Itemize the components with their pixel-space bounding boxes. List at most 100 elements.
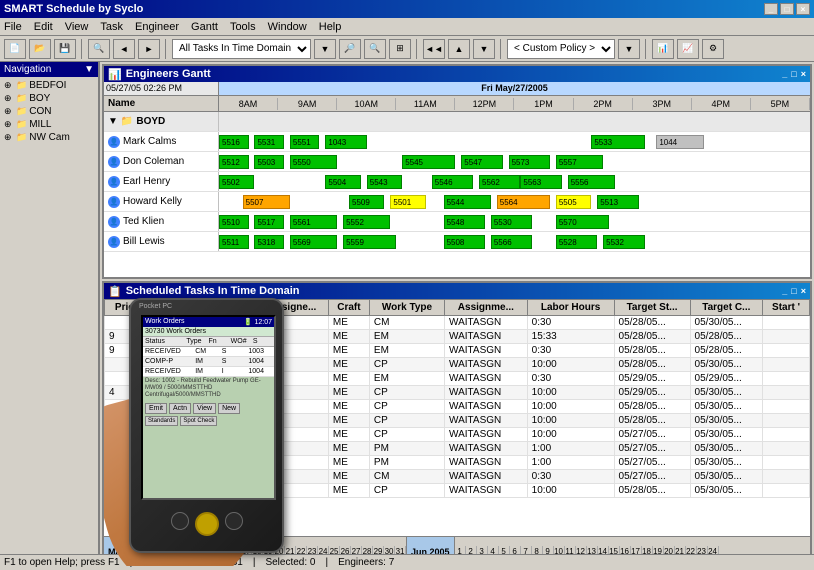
bar-5551[interactable]: 5551 (290, 135, 320, 149)
bar-5501[interactable]: 5501 (390, 195, 425, 209)
zoom-out-button[interactable]: 🔍 (364, 39, 386, 59)
forward-button[interactable]: ► (138, 39, 160, 59)
bar-5318[interactable]: 5318 (254, 235, 284, 249)
pda-spotcheck-btn[interactable]: Spot Check (180, 416, 217, 426)
tree-item-nwcam[interactable]: ⊕ 📁 NW Cam (2, 131, 96, 144)
menu-window[interactable]: Window (268, 21, 307, 33)
bar-5569[interactable]: 5569 (290, 235, 337, 249)
next-button[interactable]: ▲ (448, 39, 470, 59)
bar-5562[interactable]: 5562 (479, 175, 520, 189)
bar-5564[interactable]: 5564 (497, 195, 550, 209)
bar-5530[interactable]: 5530 (491, 215, 532, 229)
prev-button[interactable]: ◄◄ (423, 39, 445, 59)
gantt-maximize-btn[interactable]: □ (791, 69, 796, 79)
tree-item-bedford[interactable]: ⊕ 📁 BEDFOI (2, 79, 96, 92)
pda-new-btn[interactable]: New (218, 403, 240, 414)
play-button[interactable]: ▼ (473, 39, 495, 59)
pda-emit-btn[interactable]: Emit (145, 403, 167, 414)
bar-5504[interactable]: 5504 (325, 175, 360, 189)
policy-go-button[interactable]: ▼ (618, 39, 640, 59)
open-button[interactable]: 📂 (29, 39, 51, 59)
bar-5543[interactable]: 5543 (367, 175, 402, 189)
bar-5573[interactable]: 5573 (509, 155, 550, 169)
pda-btn-center[interactable] (195, 512, 219, 536)
gantt-minimize-btn[interactable]: _ (782, 69, 787, 79)
bar-5548[interactable]: 5548 (444, 215, 485, 229)
bar-5552[interactable]: 5552 (343, 215, 390, 229)
menu-engineer[interactable]: Engineer (135, 21, 179, 33)
bar-1044[interactable]: 1044 (656, 135, 703, 149)
close-button[interactable]: × (796, 3, 810, 15)
settings-button[interactable]: ⚙ (702, 39, 724, 59)
bar-5505[interactable]: 5505 (556, 195, 591, 209)
zoom-in-button[interactable]: 🔎 (339, 39, 361, 59)
maximize-button[interactable]: □ (780, 3, 794, 15)
pda-btn-2[interactable] (225, 512, 243, 530)
menu-view[interactable]: View (65, 21, 89, 33)
bar-5556[interactable]: 5556 (568, 175, 615, 189)
bar-5516[interactable]: 5516 (219, 135, 249, 149)
bar-1043[interactable]: 1043 (325, 135, 366, 149)
tasks-close-btn[interactable]: × (801, 286, 806, 296)
menu-gantt[interactable]: Gantt (191, 21, 218, 33)
bar-5533[interactable]: 5533 (591, 135, 644, 149)
pda-btn-1[interactable] (171, 512, 189, 530)
bar-5559[interactable]: 5559 (343, 235, 396, 249)
save-button[interactable]: 💾 (54, 39, 76, 59)
gantt-title-bar: 📊 Engineers Gantt _ □ × (104, 66, 810, 82)
bar-5545[interactable]: 5545 (402, 155, 455, 169)
gantt-name-header: Name (104, 96, 219, 111)
separator-4 (500, 39, 502, 59)
menu-edit[interactable]: Edit (34, 21, 53, 33)
pda-device: Pocket PC Work Orders 🔋 12:07 30730 Work… (129, 298, 284, 553)
pda-r2-fn: S (222, 358, 246, 365)
pda-actn-btn[interactable]: Actn (169, 403, 191, 414)
expand-icon-3: ⊕ (4, 106, 14, 117)
bar-5547[interactable]: 5547 (461, 155, 502, 169)
tasks-minimize-btn[interactable]: _ (782, 286, 787, 296)
schedule-button[interactable]: 📊 (652, 39, 674, 59)
gantt-close-btn[interactable]: × (801, 69, 806, 79)
bar-5531[interactable]: 5531 (254, 135, 284, 149)
bar-5517[interactable]: 5517 (254, 215, 284, 229)
search-button[interactable]: 🔍 (88, 39, 110, 59)
bar-5502[interactable]: 5502 (219, 175, 254, 189)
bar-5508[interactable]: 5508 (444, 235, 485, 249)
domain-selector[interactable]: All Tasks In Time Domain (172, 39, 311, 59)
minimize-button[interactable]: _ (764, 3, 778, 15)
bar-5507[interactable]: 5507 (243, 195, 290, 209)
bar-5512[interactable]: 5512 (219, 155, 249, 169)
bar-5503[interactable]: 5503 (254, 155, 284, 169)
gantt-button[interactable]: 📈 (677, 39, 699, 59)
tree-item-mill[interactable]: ⊕ 📁 MILL (2, 118, 96, 131)
bar-5511[interactable]: 5511 (219, 235, 249, 249)
back-button[interactable]: ◄ (113, 39, 135, 59)
policy-selector[interactable]: < Custom Policy > (507, 39, 615, 59)
bar-5566[interactable]: 5566 (491, 235, 532, 249)
bar-5513[interactable]: 5513 (597, 195, 638, 209)
bar-5557[interactable]: 5557 (556, 155, 603, 169)
bar-5563[interactable]: 5563 (520, 175, 561, 189)
bar-5509[interactable]: 5509 (349, 195, 384, 209)
bar-5570[interactable]: 5570 (556, 215, 609, 229)
bar-5544[interactable]: 5544 (444, 195, 491, 209)
tree-item-con[interactable]: ⊕ 📁 CON (2, 105, 96, 118)
pda-standards-btn[interactable]: Standards (145, 416, 178, 426)
bar-5528[interactable]: 5528 (556, 235, 597, 249)
fit-button[interactable]: ⊞ (389, 39, 411, 59)
domain-go-button[interactable]: ▼ (314, 39, 336, 59)
menu-tools[interactable]: Tools (230, 21, 256, 33)
bar-5546[interactable]: 5546 (432, 175, 473, 189)
pda-view-btn[interactable]: View (193, 403, 216, 414)
bar-5561[interactable]: 5561 (290, 215, 337, 229)
bar-5532[interactable]: 5532 (603, 235, 644, 249)
menu-task[interactable]: Task (100, 21, 123, 33)
bar-5510[interactable]: 5510 (219, 215, 249, 229)
tasks-maximize-btn[interactable]: □ (791, 286, 796, 296)
menu-help[interactable]: Help (319, 21, 342, 33)
new-button[interactable]: 📄 (4, 39, 26, 59)
tree-item-boyd[interactable]: ⊕ 📁 BOY (2, 92, 96, 105)
folder-icon: 📁 (16, 80, 27, 91)
bar-5550[interactable]: 5550 (290, 155, 337, 169)
menu-file[interactable]: File (4, 21, 22, 33)
